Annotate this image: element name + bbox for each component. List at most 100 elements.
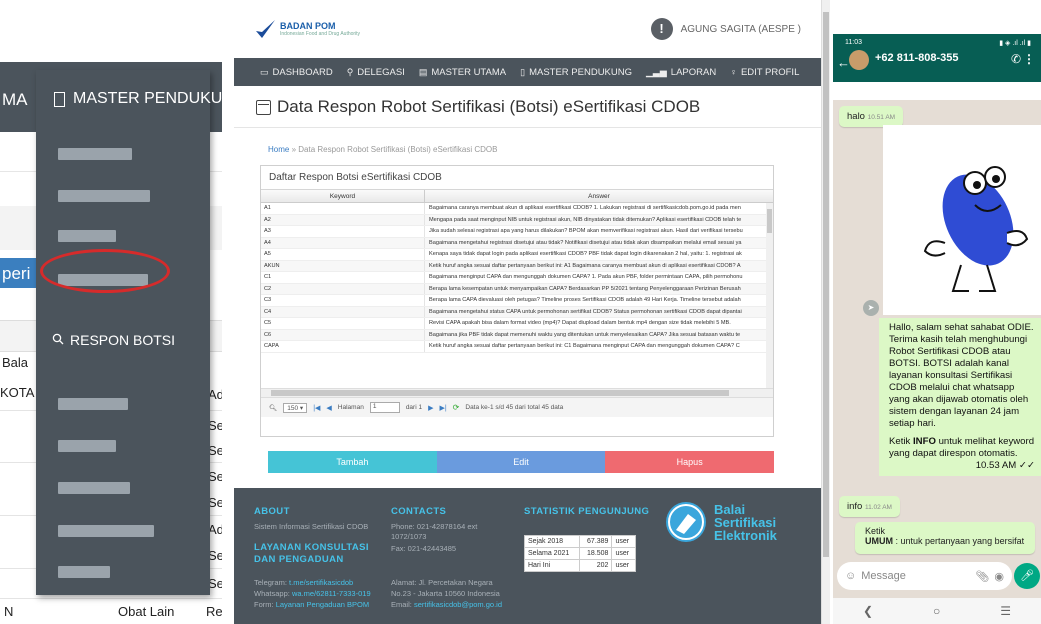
footer-telegram: Telegram: t.me/sertifikasicdob	[254, 578, 353, 588]
logo-tagline: Indonesian Food and Drug Authority	[280, 31, 361, 37]
email-link[interactable]: sertifikasicdob@pom.go.id	[414, 600, 502, 609]
table-row[interactable]: A3 Jika sudah selesai registrasi apa yang…	[261, 226, 773, 238]
blurred-menu-item[interactable]	[58, 525, 154, 537]
keyword-cell: C5	[261, 318, 425, 329]
table-row[interactable]: C3 Berapa lama CAPA dievaluasi oleh petug…	[261, 295, 773, 307]
nav-label: DELEGASI	[357, 66, 405, 78]
nav-recents-icon[interactable]: ☰	[1000, 604, 1011, 618]
mic-button[interactable]: 🎤︎	[1014, 563, 1040, 589]
page-number-input[interactable]: 1	[369, 402, 400, 413]
blurred-menu-item[interactable]	[58, 190, 150, 202]
blurred-menu-item[interactable]	[58, 230, 116, 242]
back-arrow-icon[interactable]: ←	[837, 55, 850, 70]
telegram-link[interactable]: t.me/sertifikasicdob	[289, 578, 353, 587]
contact-avatar[interactable]	[849, 50, 869, 70]
table-row[interactable]: A5 Kenapa saya tidak dapat login pada apl…	[261, 249, 773, 261]
table-row[interactable]: A1 Bagaimana caranya membuat akun di apli…	[261, 203, 773, 215]
book-icon: ▤	[418, 66, 428, 77]
key-icon: ⚲	[346, 66, 354, 77]
footer-about-title: ABOUT	[254, 506, 290, 517]
table-row[interactable]: C2 Berapa lama kesempatan untuk menyampai…	[261, 283, 773, 295]
document-icon: ▯	[520, 66, 526, 77]
delete-button[interactable]: Hapus	[605, 451, 775, 473]
left-panel: MA peri Bala KOTA Ad Se Se Se Se Ad Se S…	[0, 0, 222, 624]
scrollbar-thumb[interactable]	[271, 390, 729, 396]
keyword-cell: A1	[261, 203, 425, 214]
refresh-icon[interactable]: ⟳	[453, 403, 460, 412]
blurred-menu-item[interactable]	[58, 398, 128, 410]
menu-item-respon-botsi[interactable]: RESPON BOTSI	[52, 332, 175, 348]
table-row[interactable]: C1 Bagaimana menginput CAPA dan mengungga…	[261, 272, 773, 284]
add-button[interactable]: Tambah	[268, 451, 437, 473]
answer-cell: Bagaimana mengetahui registrasi disetuju…	[429, 239, 742, 246]
nav-dashboard[interactable]: ▭ DASHBOARD	[260, 67, 333, 78]
badan-pom-logo[interactable]: BADAN POM Indonesian Food and Drug Autho…	[254, 18, 360, 40]
user-menu[interactable]: ! AGUNG SAGITA (AESPE )	[650, 18, 801, 40]
grid-vertical-scrollbar[interactable]	[766, 203, 773, 388]
more-options-icon[interactable]: ⋮	[1023, 52, 1035, 66]
table-row[interactable]: A2 Mengapa pada saat menginput NIB untuk …	[261, 214, 773, 226]
search-icon[interactable]: 🔍︎	[269, 404, 277, 412]
footer-phone: Phone: 021-42878164 ext	[391, 522, 478, 531]
table-row[interactable]: C4 Bagaimana mengetahui status CAPA untuk…	[261, 306, 773, 318]
column-header-keyword[interactable]: Keyword	[261, 190, 425, 202]
column-header-answer[interactable]: Answer	[425, 190, 773, 202]
left-cell: Obat Lain	[118, 604, 175, 619]
last-page-icon[interactable]: ▶|	[439, 404, 446, 412]
row-divider	[0, 598, 222, 599]
calendar-icon	[256, 99, 271, 115]
form-link[interactable]: Layanan Pengaduan BPOM	[276, 600, 369, 609]
message-input[interactable]: ☺ Message 📎︎ ◉	[837, 562, 1012, 590]
nav-delegasi[interactable]: ⚲ DELEGASI	[347, 67, 405, 78]
blurred-menu-item[interactable]	[58, 148, 132, 160]
left-cell: N	[4, 604, 14, 619]
footer-layanan-title: LAYANAN KONSULTASI	[254, 542, 369, 553]
call-icon[interactable]: ✆	[1011, 52, 1021, 66]
blurred-menu-item[interactable]	[58, 566, 110, 578]
nav-master-utama[interactable]: ▤ MASTER UTAMA	[419, 67, 506, 78]
breadcrumb-home[interactable]: Home	[268, 145, 289, 154]
attach-icon[interactable]: 📎︎	[975, 570, 989, 583]
emoji-icon[interactable]: ☺	[845, 570, 856, 582]
stat-unit: user	[611, 559, 636, 572]
camera-icon[interactable]: ◉	[994, 570, 1004, 583]
table-row[interactable]: C5 Revisi CAPA apakah bisa dalam format v…	[261, 318, 773, 330]
nav-home-icon[interactable]: ○	[933, 604, 940, 618]
nav-edit-profil[interactable]: ♀ EDIT PROFIL	[730, 67, 799, 78]
table-row[interactable]: C6 Bagaimana jika PBF tidak dapat memenuh…	[261, 329, 773, 341]
bse-logo[interactable]: Balai Sertifikasi Elektronik	[666, 502, 777, 542]
blurred-menu-item[interactable]	[58, 440, 116, 452]
left-cell: Ad	[208, 387, 222, 402]
highlight-ellipse	[40, 249, 170, 293]
forward-icon[interactable]: ➤	[863, 300, 879, 316]
table-row[interactable]: A4 Bagaimana mengetahui registrasi disetu…	[261, 237, 773, 249]
page-title-text: Data Respon Robot Sertifikasi (Botsi) eS…	[277, 97, 701, 116]
chart-icon: ▁▃▅	[646, 66, 667, 77]
answer-cell: Berapa lama CAPA dievaluasi oleh petugas…	[429, 297, 741, 303]
nav-back-icon[interactable]: ❮	[863, 604, 873, 618]
footer-contacts-title: CONTACTS	[391, 506, 447, 517]
nav-laporan[interactable]: ▁▃▅ LAPORAN	[646, 67, 716, 78]
dropdown-title[interactable]: MASTER PENDUKUNG	[54, 90, 222, 108]
table-row[interactable]: CAPA Ketik huruf angka sesuai daftar pert…	[261, 341, 773, 353]
whatsapp-link[interactable]: wa.me/62811-7333-019	[292, 589, 371, 598]
table-row[interactable]: AKUN Ketik huruf angka sesuai daftar pert…	[261, 260, 773, 272]
chat-header: 11:03 ▮ ◈ .ıl .ıl ▮ ← +62 811-808-355 ✆ …	[833, 34, 1041, 82]
contact-name[interactable]: +62 811-808-355	[875, 52, 959, 64]
scrollbar-thumb[interactable]	[767, 209, 772, 233]
answer-cell: Berapa lama kesempatan untuk menyampaika…	[429, 285, 741, 292]
per-page-select[interactable]: 150 ▾	[283, 402, 308, 413]
keyword-cell: A5	[261, 249, 425, 260]
grid-horizontal-scrollbar[interactable]	[261, 388, 773, 397]
prev-page-icon[interactable]: ◀	[326, 404, 331, 412]
page-scrollbar[interactable]	[821, 0, 830, 624]
welcome-line-1: Hallo, salam sehat sahabat ODIE.	[889, 322, 1034, 333]
scrollbar-thumb[interactable]	[823, 12, 829, 557]
screenshot-root: MA peri Bala KOTA Ad Se Se Se Se Ad Se S…	[0, 0, 1041, 624]
first-page-icon[interactable]: |◀	[313, 404, 320, 412]
page-of-label: dari 1	[405, 404, 423, 411]
next-page-icon[interactable]: ▶	[428, 404, 433, 412]
nav-master-pendukung[interactable]: ▯ MASTER PENDUKUNG	[520, 67, 632, 78]
edit-button[interactable]: Edit	[436, 451, 606, 473]
blurred-menu-item[interactable]	[58, 482, 130, 494]
